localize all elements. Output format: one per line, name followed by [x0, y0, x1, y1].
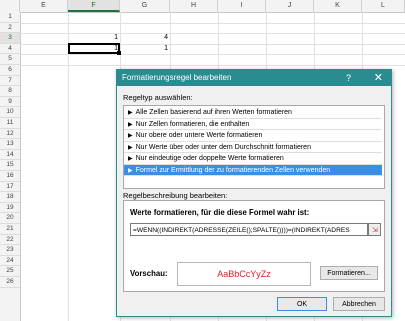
rule-type-item-label: Nur eindeutige oder doppelte Werte forma…: [135, 155, 284, 162]
rule-type-item-label: Alle Zellen basierend auf ihren Werten f…: [135, 109, 292, 116]
range-select-icon: ⇲: [372, 227, 378, 234]
row-header[interactable]: 8: [0, 86, 20, 97]
help-icon[interactable]: ?: [346, 70, 351, 86]
rule-type-item[interactable]: ▶ Alle Zellen basierend auf ihren Werten …: [124, 107, 382, 119]
rule-type-item-selected[interactable]: ▶ Formel zur Ermittlung der zu formatiere…: [124, 164, 382, 176]
row-header[interactable]: 20: [0, 213, 20, 224]
row-header[interactable]: 25: [0, 266, 20, 277]
row-header[interactable]: 10: [0, 107, 20, 118]
rule-type-item-label: Formel zur Ermittlung der zu formatieren…: [135, 166, 331, 174]
row-header[interactable]: 9: [0, 97, 20, 108]
row-header[interactable]: 12: [0, 129, 20, 140]
row-header[interactable]: 16: [0, 171, 20, 182]
format-preview: AaBbCcYyZz: [177, 262, 311, 286]
row-header[interactable]: 11: [0, 118, 20, 129]
rule-type-item-label: Nur Werte über oder unter dem Durchschni…: [135, 143, 311, 151]
gridline: [20, 22, 405, 24]
edit-formatting-rule-dialog: Formatierungsregel bearbeiten ? ✕ Regelt…: [116, 69, 392, 317]
row-header[interactable]: 3: [0, 33, 20, 44]
col-header-e[interactable]: E: [20, 0, 68, 12]
row-header[interactable]: 1: [0, 12, 20, 23]
row-header[interactable]: 13: [0, 139, 20, 150]
gridline: [68, 12, 69, 321]
col-header-j[interactable]: J: [266, 0, 314, 12]
row-header[interactable]: 21: [0, 224, 20, 235]
formula-label: Werte formatieren, für die diese Formel …: [130, 208, 310, 217]
cell-g3[interactable]: 1: [120, 44, 170, 54]
col-header-i[interactable]: I: [218, 0, 266, 12]
rule-type-list[interactable]: ▶ Alle Zellen basierend auf ihren Werten …: [123, 105, 385, 189]
row-header[interactable]: 2: [0, 23, 20, 34]
cell-f2[interactable]: 1: [68, 33, 120, 43]
rule-description-panel: Werte formatieren, für die diese Formel …: [123, 200, 385, 292]
row-header[interactable]: 14: [0, 150, 20, 161]
row-header[interactable]: 4: [0, 44, 20, 55]
active-cell-border[interactable]: [68, 43, 120, 54]
rule-type-item-label: Nur obere oder untere Werte formatieren: [135, 132, 263, 139]
row-header[interactable]: 26: [0, 277, 20, 288]
select-all-corner[interactable]: [0, 0, 20, 12]
ok-button[interactable]: OK: [277, 297, 327, 311]
row-header[interactable]: 18: [0, 192, 20, 203]
rule-type-item[interactable]: ▶ Nur Zellen formatieren, die enthalten: [124, 119, 382, 130]
col-header-f[interactable]: F: [68, 0, 120, 12]
rule-type-item[interactable]: ▶ Nur obere oder untere Werte formatieren: [124, 130, 382, 142]
preview-label: Vorschau:: [130, 269, 168, 278]
row-header[interactable]: 7: [0, 76, 20, 87]
col-header-h[interactable]: H: [170, 0, 218, 12]
row-header[interactable]: 19: [0, 203, 20, 214]
triangle-right-icon: ▶: [128, 167, 133, 174]
dialog-titlebar[interactable]: Formatierungsregel bearbeiten ? ✕: [117, 70, 391, 86]
fill-handle[interactable]: [117, 51, 121, 55]
row-header[interactable]: 5: [0, 54, 20, 65]
formula-input[interactable]: =WENN((INDIREKT(ADRESSE(ZEILE();SPALTE()…: [130, 223, 368, 236]
row-header[interactable]: 17: [0, 182, 20, 193]
cell-g2[interactable]: 4: [120, 33, 170, 43]
row-header[interactable]: 22: [0, 235, 20, 246]
rule-type-item[interactable]: ▶ Nur eindeutige oder doppelte Werte form…: [124, 153, 382, 165]
cancel-button[interactable]: Abbrechen: [333, 297, 385, 311]
gridline: [20, 54, 405, 56]
rule-type-label: Regeltyp auswählen:: [123, 93, 193, 102]
rule-type-item[interactable]: ▶ Nur Werte über oder unter dem Durchschn…: [124, 142, 382, 153]
row-header[interactable]: 6: [0, 65, 20, 76]
close-icon[interactable]: ✕: [374, 70, 383, 86]
collapse-dialog-button[interactable]: ⇲: [368, 223, 381, 236]
row-header-bar: 1 2 3 4 5 6 7 8 9 10 11 12 13 14 15 16 1…: [0, 12, 21, 321]
col-header-k[interactable]: K: [314, 0, 362, 12]
dialog-title: Formatierungsregel bearbeiten: [122, 73, 232, 82]
column-header-bar: E F G H I J K L: [0, 0, 405, 13]
row-header[interactable]: 23: [0, 245, 20, 256]
row-header[interactable]: 15: [0, 160, 20, 171]
col-header-l[interactable]: L: [362, 0, 405, 12]
rule-description-label: Regelbeschreibung bearbeiten:: [123, 191, 228, 200]
gridline: [20, 65, 405, 66]
col-header-g[interactable]: G: [120, 0, 170, 12]
format-button[interactable]: Formatieren...: [320, 266, 378, 280]
row-header[interactable]: 24: [0, 256, 20, 267]
rule-type-item-label: Nur Zellen formatieren, die enthalten: [135, 120, 250, 128]
